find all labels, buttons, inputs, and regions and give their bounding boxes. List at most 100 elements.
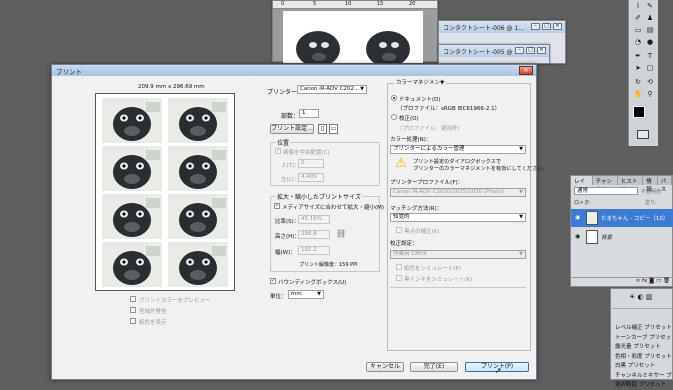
contact-sheet-thumbnail	[102, 194, 162, 239]
stamp-icon[interactable]: ♟	[645, 14, 655, 23]
close-icon[interactable]: ×	[537, 47, 546, 54]
3d-orbit-icon[interactable]: ⟲	[645, 78, 655, 87]
gradient-icon[interactable]: ▤	[645, 26, 655, 35]
brush-icon[interactable]: ✐	[633, 14, 643, 23]
proof-setup-value: 作業用 CMYK	[393, 251, 427, 257]
path-select-icon[interactable]: ➤	[633, 64, 643, 73]
simulate-black-checkbox[interactable]	[396, 275, 402, 281]
cancel-label: キャンセル	[369, 363, 400, 370]
zoom-icon[interactable]: ⚲	[645, 90, 655, 99]
fit-media-checkbox[interactable]: ✓	[274, 203, 280, 209]
folder-icon[interactable]: ▭	[656, 278, 661, 284]
scale-field[interactable]: 45.16%	[298, 215, 330, 224]
color-handling-select[interactable]: プリンターによるカラー管理 ▼	[390, 145, 526, 154]
document-window-contact-sheet-005[interactable]: コンタクトシート-005 @ ... – □ ×	[438, 44, 550, 64]
shape-icon[interactable]: ▢	[645, 64, 655, 73]
fx-icon[interactable]: fx	[642, 278, 647, 284]
top-field[interactable]: 0	[298, 159, 324, 168]
hand-icon[interactable]: ✋	[633, 90, 643, 99]
printer-profile-select[interactable]: Canon iR-ADV C2020/2025/2030 (Photo) ▼	[390, 188, 526, 197]
print-preview	[95, 93, 235, 291]
adjustment-preset[interactable]: 選択範囲 プリセット	[611, 380, 672, 390]
minimize-icon[interactable]: –	[531, 23, 540, 30]
proof-setup-label: 校正設定：	[390, 241, 418, 247]
adjustment-preset[interactable]: トーンカーブ プリセット	[611, 333, 672, 343]
bpc-checkbox[interactable]	[396, 227, 402, 233]
eyedropper-icon[interactable]: ✎	[645, 2, 655, 11]
tab-layers[interactable]: レイヤー	[571, 176, 593, 193]
color-management-select[interactable]: カラーマネジメント ▼	[394, 80, 446, 89]
bounding-box-checkbox[interactable]: ✓	[270, 278, 276, 284]
paper-size-label: 209.9 mm x 296.69 mm	[138, 84, 205, 90]
close-icon: ✕	[523, 67, 529, 74]
units-label: 単位：	[270, 294, 287, 300]
dodge-icon[interactable]: ●	[645, 38, 655, 47]
copies-field[interactable]: 1	[299, 109, 319, 118]
blur-icon[interactable]: ◔	[633, 38, 643, 47]
layer-row-selected[interactable]: ◉ たまちゃん - コピー（10）	[571, 209, 673, 227]
seal-photo	[168, 146, 228, 191]
foreground-color-swatch[interactable]	[633, 106, 645, 118]
done-button[interactable]: 完了(E)	[410, 362, 458, 372]
adjustment-preset[interactable]: レベル補正 プリセット	[611, 323, 672, 333]
rendering-intent-select[interactable]: 知覚的 ▼	[390, 213, 526, 222]
bpc-label: 黒点の補正(K)	[404, 229, 440, 235]
layer-name: たまちゃん - コピー（10）	[601, 216, 669, 222]
adjustment-preset[interactable]: 白黒 プリセット	[611, 361, 672, 371]
close-icon[interactable]: ×	[553, 23, 562, 30]
adjustment-preset[interactable]: 色相・彩度 プリセット	[611, 352, 672, 362]
print-settings-button[interactable]: プリント設定...	[270, 124, 314, 134]
contact-sheet-thumbnail	[102, 146, 162, 191]
simulate-paper-checkbox[interactable]	[396, 264, 402, 270]
done-label: 完了(E)	[423, 363, 445, 370]
printer-select[interactable]: Canon iR-ADV C202... ▼	[297, 85, 367, 94]
rendering-intent-value: 知覚的	[393, 214, 410, 220]
layer-row[interactable]: ◉ 背景	[571, 228, 673, 246]
adjustment-preset[interactable]: 露光量 プリセット	[611, 342, 672, 352]
mask-icon[interactable]: ◙	[649, 278, 654, 284]
proof-radio[interactable]	[391, 114, 397, 120]
type-icon[interactable]: T	[645, 52, 655, 61]
cancel-button[interactable]: キャンセル	[366, 362, 404, 372]
tab-history[interactable]: ヒストリー	[618, 176, 644, 193]
lasso-icon[interactable]: ⌇	[633, 2, 643, 11]
quick-mask-icon[interactable]	[637, 130, 649, 139]
eraser-icon[interactable]: ▭	[633, 26, 643, 35]
left-field[interactable]: 4.409	[298, 173, 324, 182]
document-window-back[interactable]: 0 5 10 15 20	[272, 0, 438, 67]
adjustments-panel: ☀ ◐ ▥ レベル補正 プリセット トーンカーブ プリセット 露光量 プリセット…	[610, 288, 673, 388]
document-radio[interactable]	[391, 95, 397, 101]
close-button[interactable]: ✕	[519, 66, 533, 75]
blend-mode-select[interactable]: 通常	[574, 187, 638, 195]
portrait-icon[interactable]: ▯	[318, 124, 327, 134]
link-icon[interactable]: ∞	[636, 278, 641, 284]
left-label: 左(L)：	[281, 177, 300, 183]
trash-icon[interactable]: 🗑	[663, 278, 670, 284]
eye-icon[interactable]: ◉	[575, 233, 580, 240]
eye-icon[interactable]: ◉	[575, 214, 580, 221]
pen-icon[interactable]: ✒	[633, 52, 643, 61]
maximize-icon[interactable]: □	[526, 47, 535, 54]
seal-photo	[102, 98, 162, 143]
width-field[interactable]: 191.2	[298, 246, 330, 255]
minimize-icon[interactable]: –	[515, 47, 524, 54]
tab-channels[interactable]: チャンネル	[593, 176, 618, 193]
show-paper-white-checkbox[interactable]	[130, 318, 136, 324]
tab-info[interactable]: 情報	[643, 176, 658, 193]
landscape-icon[interactable]: ▭	[329, 124, 338, 134]
tab-paths[interactable]: パス	[658, 176, 672, 193]
show-paper-white-label: 紙色を表示	[139, 320, 167, 326]
preview-print-color-checkbox[interactable]	[130, 296, 136, 302]
center-image-checkbox[interactable]: ✓	[275, 148, 281, 154]
proof-setup-select[interactable]: 作業用 CMYK ▼	[390, 250, 526, 259]
width-value: 191.2	[301, 247, 317, 253]
3d-rotate-icon[interactable]: ↻	[633, 78, 643, 87]
adjustment-preset[interactable]: チャンネルミキサー プリ…	[611, 371, 672, 381]
maximize-icon[interactable]: □	[542, 23, 551, 30]
units-select[interactable]: mm ▼	[288, 290, 324, 299]
top-value: 0	[301, 160, 305, 166]
ruler-mark: 20	[409, 1, 416, 7]
link-chain-icon: ⛓	[336, 229, 347, 238]
gamut-warning-checkbox[interactable]	[130, 307, 136, 313]
height-field[interactable]: 286.8	[298, 230, 330, 239]
